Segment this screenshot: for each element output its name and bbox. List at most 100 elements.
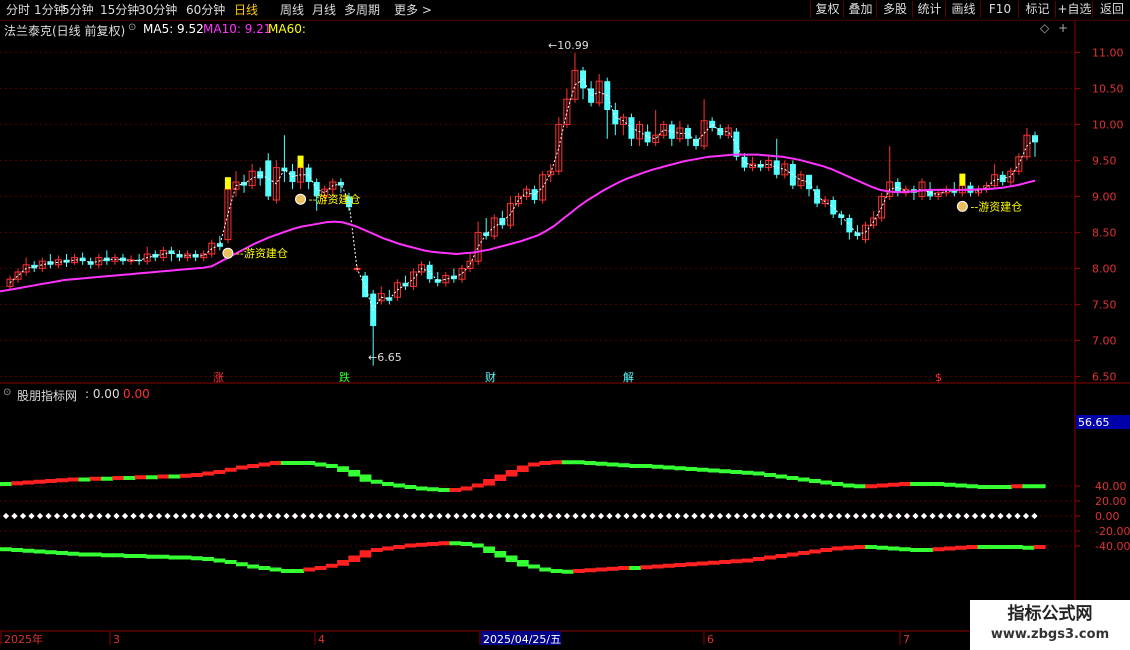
price-tick-label: 10.00 [1092, 118, 1124, 131]
zero-dot [657, 512, 664, 520]
indicator-line-upper [921, 482, 934, 486]
indicator-line-lower [303, 567, 316, 572]
indicator-line-upper [516, 465, 529, 472]
indicator-line-upper [764, 473, 776, 477]
indicator-line-upper [528, 462, 540, 467]
zero-dot [1031, 512, 1038, 520]
indicator-line-lower [44, 550, 57, 555]
zero-dot [963, 512, 970, 520]
zero-dot [538, 512, 545, 520]
zero-dot [631, 512, 639, 520]
zero-dot [980, 512, 987, 520]
indicator-line-upper [494, 474, 507, 481]
indicator-line-upper [67, 477, 80, 482]
zero-dot [283, 512, 290, 520]
indicator-line-upper [101, 476, 113, 481]
zero-dot [317, 512, 324, 520]
zero-dot [359, 512, 367, 520]
indicator-line-upper [202, 471, 215, 476]
zero-dot [325, 512, 333, 520]
zero-dot [733, 512, 741, 520]
indicator-line-lower [932, 547, 945, 552]
zero-dot [886, 512, 894, 520]
indicator-line-lower [955, 545, 967, 550]
indicator-line-lower [146, 554, 158, 559]
indicator-line-upper [741, 470, 754, 475]
kline-chart[interactable]: 11.00 10.50 10.00 9.50 9.00 8.50 8.00 7.50 7.00 6… [0, 0, 1130, 650]
indicator-line-lower [730, 559, 743, 564]
indicator-line-lower [168, 555, 181, 560]
indicator-line-upper [606, 462, 619, 467]
indicator-line-lower [921, 548, 934, 552]
zero-dot [895, 512, 902, 520]
indicator-line-lower [1011, 545, 1024, 549]
zero-dot [402, 512, 409, 520]
zero-dot [121, 512, 129, 520]
indicator-line-lower [483, 546, 496, 553]
indicator-line-lower [235, 562, 248, 567]
zero-dot [767, 512, 775, 520]
zero-dot [62, 512, 69, 520]
indicator-line-upper [752, 471, 765, 476]
indicator-line-lower [707, 560, 720, 565]
zero-dot [572, 512, 579, 520]
ma60-label: MA60: [268, 22, 306, 36]
zero-dot [776, 512, 783, 520]
indicator-line-lower [157, 554, 170, 559]
indicator-line-lower [988, 545, 1001, 549]
zero-dot [147, 512, 154, 520]
indicator-line-lower [876, 545, 889, 550]
zero-dot [929, 512, 936, 520]
indicator-line-upper [775, 474, 788, 479]
indicator-line-upper [269, 461, 282, 465]
indicator-line-lower [370, 548, 383, 552]
diamond-icon[interactable]: ◇ [1040, 21, 1049, 35]
indicator-line-lower [550, 569, 563, 573]
zero-dot [393, 512, 401, 520]
indicator-line-upper [977, 485, 990, 489]
stock-title: 法兰泰克(日线 前复权) [4, 24, 126, 38]
indicator-line-upper [539, 461, 552, 465]
indicator-line-upper [618, 463, 630, 468]
indicator-line-lower [292, 569, 304, 573]
zero-dot [1022, 512, 1030, 520]
indicator-line-lower [213, 558, 226, 563]
indicator-line-upper [404, 485, 417, 489]
zero-dot [172, 512, 180, 520]
indicator-line-upper [674, 466, 687, 471]
candle-body [830, 200, 837, 215]
indicator-line-upper [33, 479, 46, 484]
indicator-settings-icon[interactable]: ⊙ [3, 387, 11, 398]
indicator-line-lower [415, 542, 428, 547]
zero-dot [810, 512, 817, 520]
event-marker: 涨 [213, 371, 224, 384]
indicator-line-upper [382, 482, 394, 486]
zero-dot [164, 512, 171, 520]
indicator-line-lower [179, 555, 192, 560]
indicator-line-upper [573, 460, 585, 465]
indicator-line-upper [483, 479, 496, 486]
indicator-line-upper [685, 467, 698, 471]
indicator-line-upper [719, 469, 731, 474]
zero-dot [827, 512, 834, 520]
indicator-line-upper [168, 474, 181, 479]
indicator-line-lower [269, 567, 282, 572]
indicator-line-lower [1000, 545, 1012, 549]
signal-label: --游资建仓 [309, 192, 361, 206]
zero-dot [419, 512, 426, 520]
indicator-line-upper [988, 485, 1001, 489]
zero-dot [623, 512, 630, 520]
indicator-line-upper [707, 468, 720, 473]
zero-dot [691, 512, 698, 520]
indicator-line-lower [516, 560, 529, 567]
indicator-line-upper [314, 462, 327, 467]
plus-icon[interactable]: + [1058, 21, 1068, 35]
zero-dot [291, 512, 299, 520]
zero-dot [53, 512, 61, 520]
indicator-line-lower [696, 561, 709, 566]
zero-dot [742, 512, 749, 520]
zero-dot [70, 512, 78, 520]
settings-icon[interactable]: ⊙ [128, 22, 136, 33]
indicator-line-lower [505, 555, 518, 562]
zero-dot [997, 512, 1004, 520]
